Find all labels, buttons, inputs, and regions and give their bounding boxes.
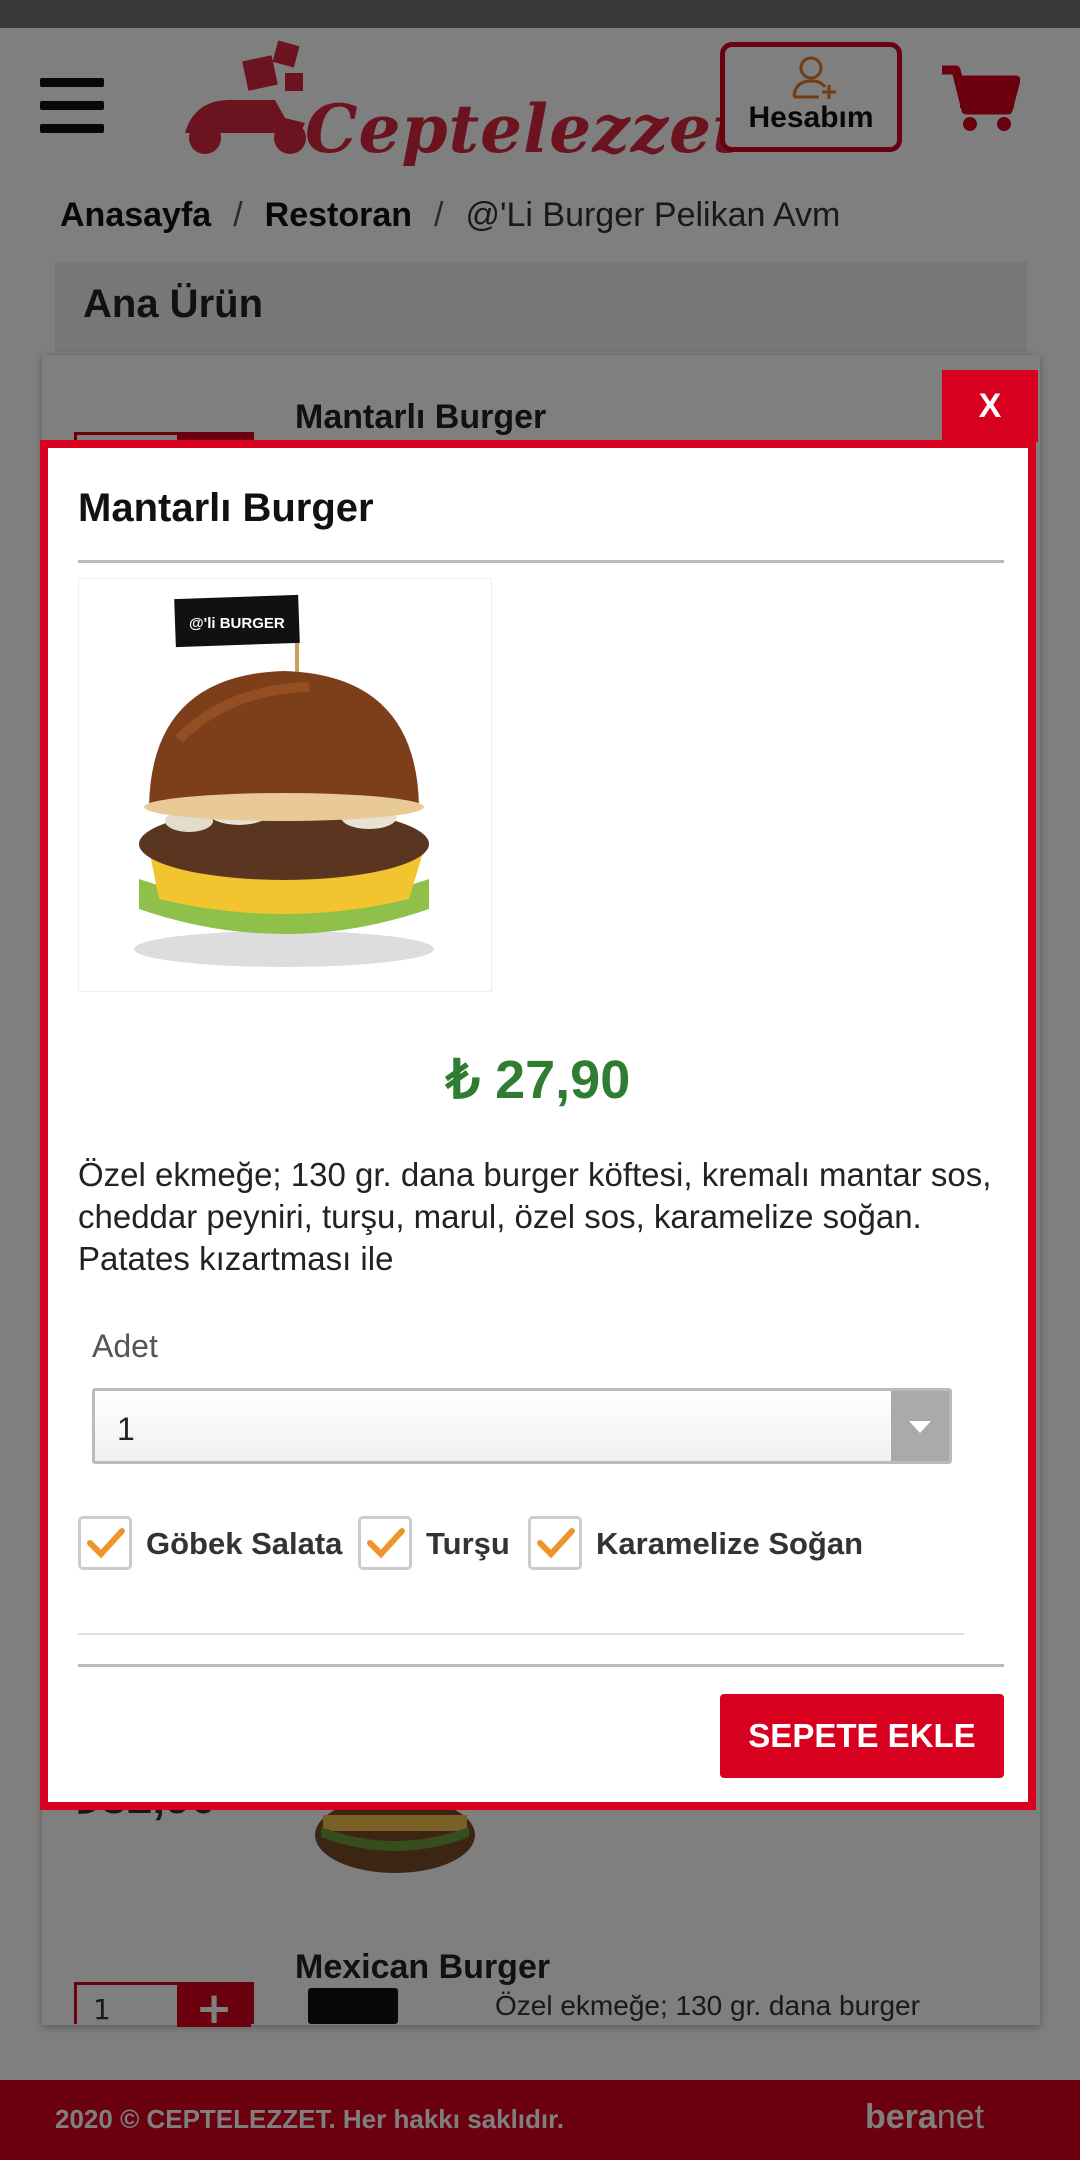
option-label: Göbek Salata (146, 1526, 343, 1561)
check-icon (367, 1528, 405, 1559)
divider (78, 1633, 964, 1635)
divider (78, 560, 1004, 563)
product-description: Özel ekmeğe; 130 gr. dana burger köftesi… (78, 1156, 992, 1277)
option-label: Karamelize Soğan (596, 1526, 864, 1561)
check-icon (87, 1528, 125, 1559)
checkbox[interactable] (528, 1516, 582, 1570)
options-group: Göbek Salata Turşu Karamelize Soğan (78, 1512, 1008, 1572)
divider (78, 1664, 1004, 1667)
modal-title: Mantarlı Burger (78, 486, 374, 530)
checkbox[interactable] (358, 1516, 412, 1570)
flag-text: @'li BURGER (189, 615, 285, 632)
close-button[interactable]: X (942, 370, 1038, 442)
option-label: Turşu (426, 1526, 510, 1561)
product-price: ₺ 27,90 (445, 1050, 631, 1110)
check-icon (537, 1528, 575, 1559)
product-image: @'li BURGER (78, 578, 492, 992)
add-to-cart-button[interactable]: SEPETE EKLE (720, 1694, 1004, 1778)
checkbox[interactable] (78, 1516, 132, 1570)
product-modal: Mantarlı Burger @'li BURGER ₺ 27,90 Özel… (40, 440, 1036, 1810)
status-bar (0, 0, 1080, 28)
quantity-label: Adet (92, 1328, 158, 1364)
chevron-down-icon[interactable] (891, 1391, 949, 1461)
quantity-select[interactable]: 1 (92, 1388, 952, 1464)
quantity-select-value: 1 (117, 1411, 135, 1447)
